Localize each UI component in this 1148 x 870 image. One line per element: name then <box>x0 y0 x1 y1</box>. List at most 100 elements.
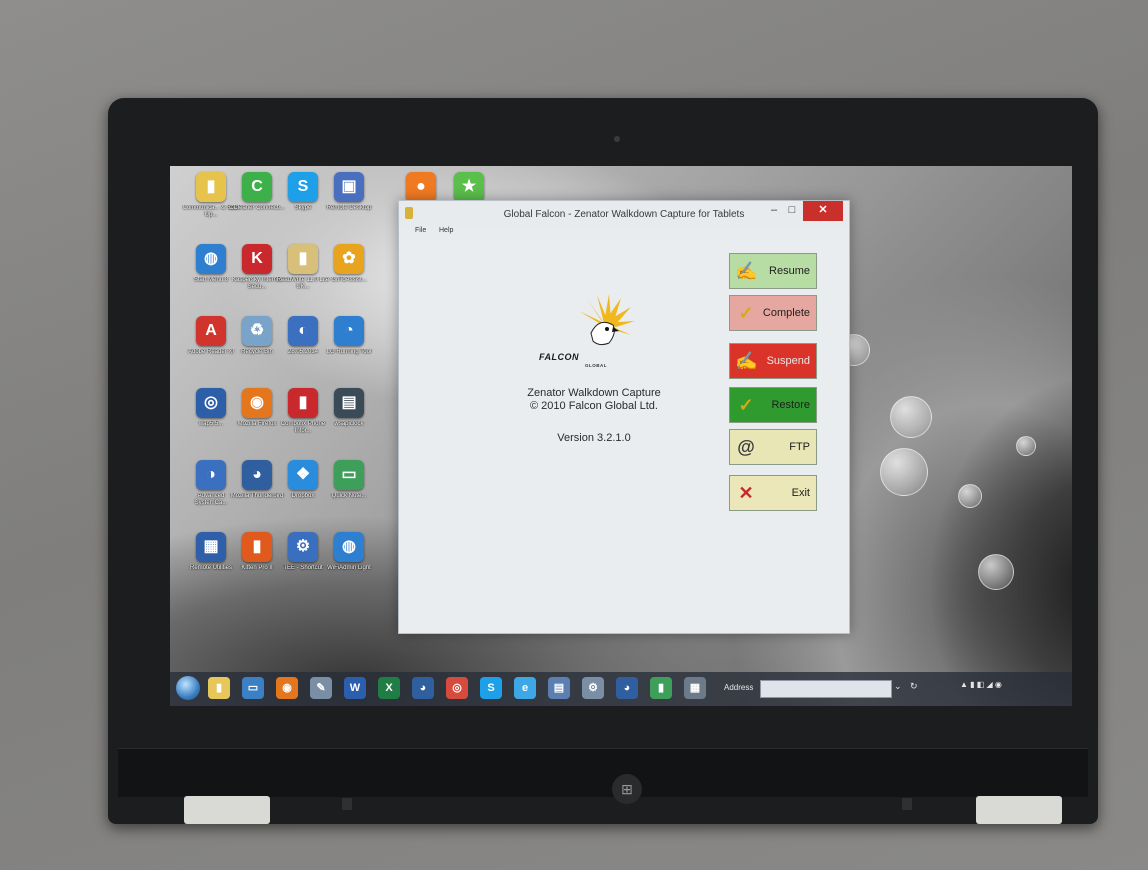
desktop-app-icon: ▮ <box>196 172 226 202</box>
button-label: Suspend <box>766 355 810 367</box>
taskbar-excel-icon[interactable]: X <box>378 677 400 699</box>
wallpaper-droplet <box>1016 436 1036 456</box>
desktop-app-icon: ⚙ <box>288 532 318 562</box>
ftp-button[interactable]: @ FTP <box>729 429 817 465</box>
address-go-icon[interactable]: ⌄ ↻ <box>894 681 921 692</box>
camera <box>614 136 620 142</box>
brand-sub: GLOBAL <box>585 363 607 368</box>
taskbar-word-icon[interactable]: W <box>344 677 366 699</box>
desktop-app-icon: A <box>196 316 226 346</box>
falcon-app-window[interactable]: Global Falcon - Zenator Walkdown Capture… <box>398 200 850 634</box>
desktop-app-icon: C <box>242 172 272 202</box>
desktop-app-icon: ◍ <box>334 532 364 562</box>
falcon-logo-icon <box>579 294 635 346</box>
sensor-right <box>902 798 912 810</box>
wallpaper-droplet <box>978 554 1014 590</box>
menu-bar: File Help <box>399 227 849 241</box>
restore-button[interactable]: ✓ Restore <box>729 387 817 423</box>
desktop-icon[interactable]: ◔ LG Running Tool <box>320 316 378 382</box>
check-icon: ✓ <box>738 303 754 323</box>
desktop-screen: ▮ Communica... & Start Up... C CCleaner Con… <box>170 166 1072 706</box>
tablet-foot-left <box>184 796 270 824</box>
desktop-icon-label: WiFiAdmin Light <box>327 565 371 571</box>
button-label: Resume <box>769 265 810 277</box>
taskbar-skype-icon[interactable]: S <box>480 677 502 699</box>
address-input[interactable] <box>760 680 892 698</box>
system-tray-icons[interactable]: ▲ ▮ ◧ ◢ ◉ <box>960 680 1002 689</box>
wallpaper-droplet <box>958 484 982 508</box>
desktop-icon[interactable]: ✿ GoToAssist... <box>320 244 378 310</box>
address-label: Address <box>724 683 754 692</box>
desktop-icon-label: GoToAssist... <box>331 277 367 283</box>
button-label: FTP <box>789 441 810 453</box>
desktop-app-icon: ▦ <box>196 532 226 562</box>
desktop-app-icon: ♻ <box>242 316 272 346</box>
minimize-button[interactable]: – <box>765 201 783 221</box>
taskbar-chrome-icon[interactable]: ◎ <box>446 677 468 699</box>
desktop-icon[interactable]: ▭ Quick Note... <box>320 460 378 526</box>
taskbar-falcon-icon[interactable]: ▮ <box>650 677 672 699</box>
taskbar-thunderbird-2-icon[interactable]: ◕ <box>616 677 638 699</box>
tablet-foot-right <box>976 796 1062 824</box>
desktop-app-icon: ✿ <box>334 244 364 274</box>
windows-key-icon[interactable]: ⊞ <box>612 774 642 804</box>
taskbar-firefox-icon[interactable]: ◉ <box>276 677 298 699</box>
button-label: Restore <box>771 399 810 411</box>
desktop-app-icon: ◍ <box>196 244 226 274</box>
desktop-app-icon: ★ <box>454 172 484 202</box>
document-icon: ✍ <box>735 351 758 371</box>
desktop-app-icon: K <box>242 244 272 274</box>
taskbar-monitor-icon[interactable]: ▭ <box>242 677 264 699</box>
copyright-text: © 2010 Falcon Global Ltd. <box>530 400 658 412</box>
complete-button[interactable]: ✓ Complete <box>729 295 817 331</box>
desktop-icon-label: LG Running Tool <box>326 349 372 355</box>
close-button[interactable]: ✕ <box>803 201 843 221</box>
desktop-app-icon: ◐ <box>288 316 318 346</box>
brand-name: FALCON <box>539 352 579 362</box>
taskbar: ▮ ▭ ◉ ✎ W X ◕ ◎ Se ▤ ⚙ ◕ ▮ ▦ Address ⌄ ↻ ▲ ▮ ◧ ◢ ◉ <box>170 672 1072 706</box>
taskbar-utility-icon[interactable]: ⚙ <box>582 677 604 699</box>
check-icon: ✓ <box>738 395 754 415</box>
desktop-icon-label: Quick Note... <box>331 493 367 499</box>
version-text: Version 3.2.1.0 <box>557 432 631 444</box>
desktop-icon[interactable]: ▣ Remote Desktop <box>320 172 378 238</box>
desktop-app-icon: ◔ <box>334 316 364 346</box>
start-button[interactable] <box>176 676 200 700</box>
desktop-app-icon: ◕ <box>242 460 272 490</box>
desktop-icon[interactable]: ◍ WiFiAdmin Light <box>320 532 378 598</box>
wallpaper-droplet <box>880 448 928 496</box>
tablet-bottom-bezel <box>118 748 1088 797</box>
maximize-button[interactable]: □ <box>783 201 801 221</box>
resume-button[interactable]: ✍ Resume <box>729 253 817 289</box>
product-name: Zenator Walkdown Capture <box>527 387 661 399</box>
sensor-left <box>342 798 352 810</box>
app-titlebar[interactable]: Global Falcon - Zenator Walkdown Capture… <box>399 201 849 227</box>
button-label: Complete <box>762 307 810 319</box>
desktop-app-icon: ◉ <box>242 388 272 418</box>
desktop-icon[interactable]: ▤ wsapiclock <box>320 388 378 454</box>
taskbar-notes-icon[interactable]: ▤ <box>548 677 570 699</box>
button-label: Exit <box>791 487 810 499</box>
desktop-app-icon: S <box>288 172 318 202</box>
suspend-button[interactable]: ✍ Suspend <box>729 343 817 379</box>
taskbar-explorer-icon[interactable]: ▮ <box>208 677 230 699</box>
taskbar-thunderbird-icon[interactable]: ◕ <box>412 677 434 699</box>
wallpaper-droplet <box>890 396 932 438</box>
desktop-app-icon: ▮ <box>288 388 318 418</box>
taskbar-ie-icon[interactable]: e <box>514 677 536 699</box>
at-icon: @ <box>737 437 755 457</box>
cross-icon: ✕ <box>738 483 754 503</box>
desktop-app-icon: ◑ <box>196 460 226 490</box>
taskbar-keyboard-icon[interactable]: ▦ <box>684 677 706 699</box>
menu-file[interactable]: File <box>415 227 426 234</box>
desktop-icon-label: Remote Desktop <box>326 205 372 211</box>
desktop-icon-label: wsapiclock <box>334 421 364 427</box>
taskbar-tools-icon[interactable]: ✎ <box>310 677 332 699</box>
desktop-app-icon: ◎ <box>196 388 226 418</box>
desktop-app-icon: ● <box>406 172 436 202</box>
app-client-area: FALCON GLOBAL Zenator Walkdown Capture ©… <box>399 241 849 633</box>
menu-help[interactable]: Help <box>439 227 453 234</box>
document-icon: ✍ <box>735 261 758 281</box>
exit-button[interactable]: ✕ Exit <box>729 475 817 511</box>
desktop-app-icon: ▮ <box>242 532 272 562</box>
